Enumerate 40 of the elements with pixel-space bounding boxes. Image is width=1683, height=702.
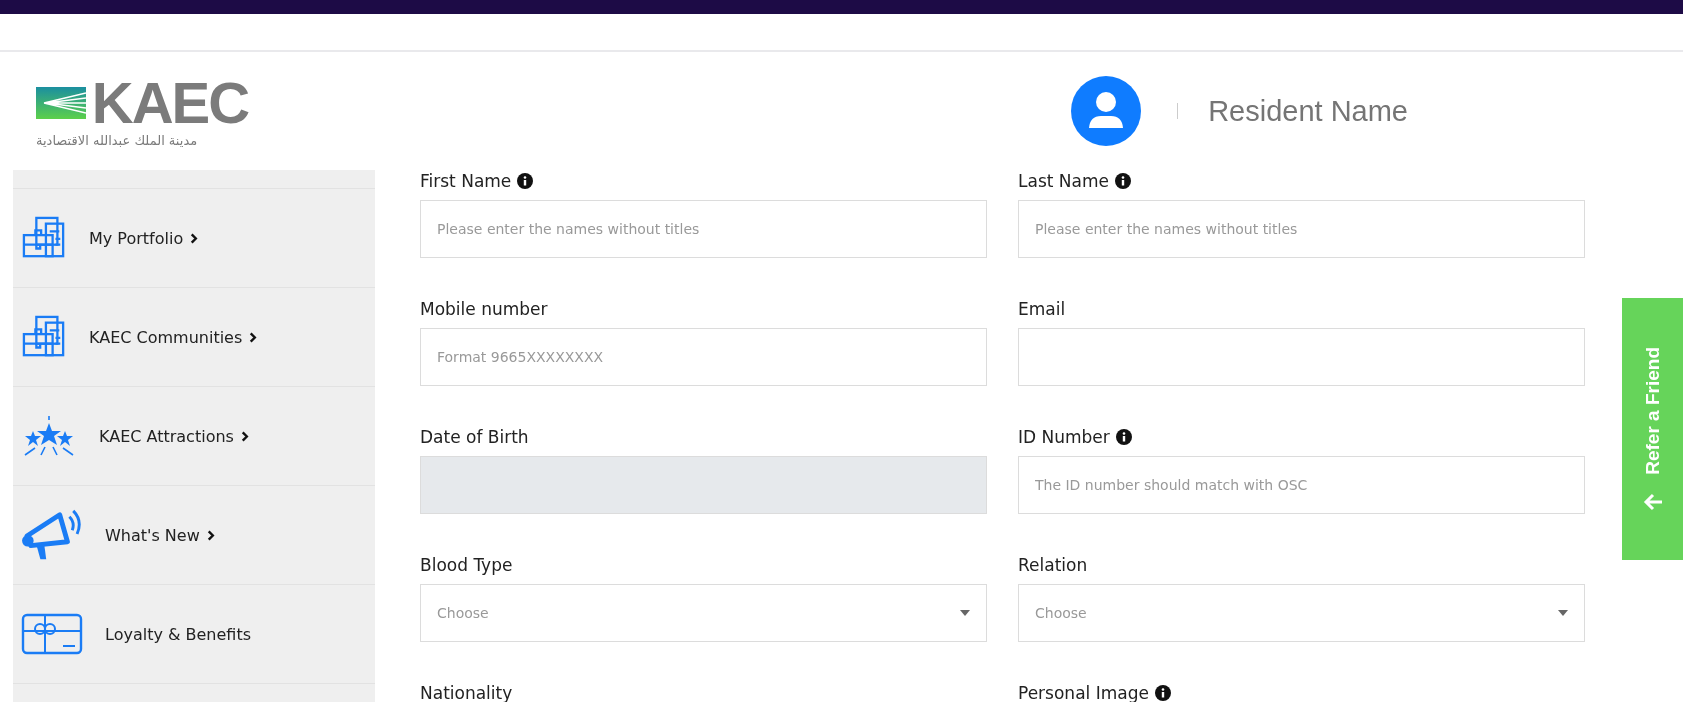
info-icon[interactable] <box>1154 685 1171 701</box>
menu-label: My Portfolio <box>89 228 184 248</box>
stripes-logo-icon <box>36 86 86 119</box>
sidebar-item[interactable]: KAEC Communities <box>13 288 375 387</box>
sidebar-item[interactable]: KAEC Attractions <box>13 387 375 486</box>
field-label: Date of Birth <box>420 427 529 447</box>
briefcase-documents-icon <box>21 315 67 359</box>
sidebar-item[interactable]: My Portfolio <box>13 189 375 288</box>
input-field[interactable] <box>1018 328 1585 386</box>
info-icon[interactable] <box>1114 173 1131 189</box>
caret-icon <box>960 610 970 616</box>
input-field[interactable]: Please enter the names without titles <box>420 200 987 258</box>
resident-name: Resident Name <box>1208 94 1408 128</box>
menu-label: Loyalty & Benefits <box>105 624 252 644</box>
sidebar-item[interactable]: Loyalty & Benefits <box>13 585 375 684</box>
gift-card-icon <box>21 613 83 655</box>
field-label: Last Name <box>1018 171 1109 191</box>
info-icon[interactable] <box>517 173 534 189</box>
field-label: Personal Image <box>1018 683 1149 702</box>
menu-label: KAEC Communities <box>89 327 243 347</box>
info-icon[interactable] <box>1115 429 1132 445</box>
field-label: Email <box>1018 299 1066 319</box>
field-label: Mobile number <box>420 299 548 319</box>
input-field[interactable]: Please enter the names without titles <box>1018 200 1585 258</box>
menu-label: What's New <box>105 525 200 545</box>
input-field[interactable]: Format 9665XXXXXXXX <box>420 328 987 386</box>
briefcase-documents-icon <box>21 216 67 260</box>
logo-subtitle: مدينة الملك عبدالله الاقتصادية <box>36 132 199 148</box>
field-label: First Name <box>420 171 512 191</box>
avatar-icon[interactable] <box>1071 76 1142 146</box>
field-label: Relation <box>1018 555 1088 575</box>
field-label: ID Number <box>1018 427 1110 447</box>
logo-text: KAEC <box>91 74 250 131</box>
field-label: Nationality <box>420 683 513 702</box>
arrow-left-icon <box>1642 492 1663 511</box>
menu-label: KAEC Attractions <box>99 426 234 446</box>
field-label: Blood Type <box>420 555 513 575</box>
input-field[interactable]: The ID number should match with OSC <box>1018 456 1585 514</box>
caret-icon <box>1558 610 1568 616</box>
sidebar-item[interactable]: What's New <box>13 486 375 585</box>
